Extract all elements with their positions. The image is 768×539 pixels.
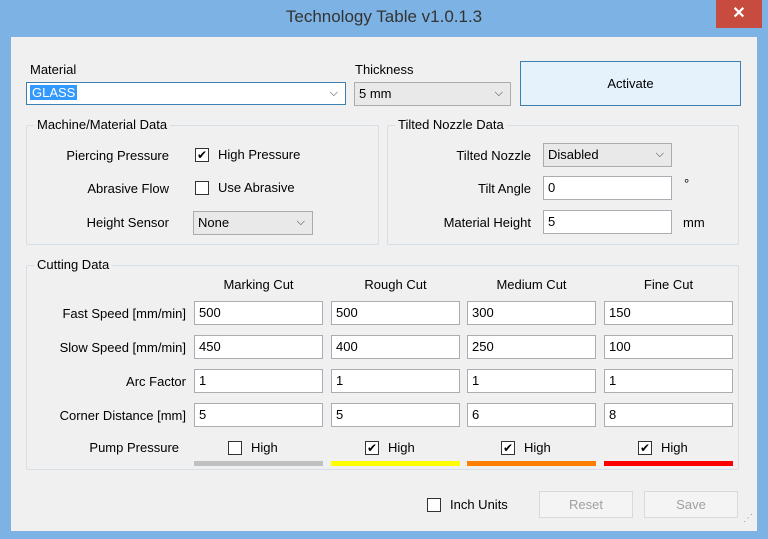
- activate-button[interactable]: Activate: [520, 61, 741, 106]
- tilted-nozzle-select[interactable]: Disabled ⌵: [543, 143, 672, 167]
- cutting-group-title: Cutting Data: [34, 257, 113, 272]
- chevron-down-icon: ⌵: [494, 87, 503, 99]
- column-header: Fine Cut: [643, 277, 694, 292]
- cutting-value-input[interactable]: 500: [331, 301, 460, 325]
- use-abrasive-label: Use Abrasive: [218, 180, 295, 195]
- tilted-nozzle-value: Disabled: [548, 147, 599, 162]
- cutting-value-input[interactable]: 8: [604, 403, 733, 427]
- chevron-down-icon: ⌵: [296, 216, 305, 228]
- cutting-value-input[interactable]: 500: [194, 301, 323, 325]
- material-height-input[interactable]: 5: [543, 210, 672, 234]
- material-label: Material: [30, 62, 77, 77]
- high-pressure-checkbox[interactable]: ✔: [195, 148, 209, 162]
- cutting-value-input[interactable]: 6: [467, 403, 596, 427]
- tilt-angle-input[interactable]: 0: [543, 176, 672, 200]
- machine-group-title: Machine/Material Data: [34, 117, 171, 132]
- column-header: Rough Cut: [364, 277, 427, 292]
- tilted-nozzle-label: Tilted Nozzle: [456, 148, 531, 163]
- thickness-select[interactable]: 5 mm ⌵: [354, 82, 511, 106]
- cutting-value-input[interactable]: 150: [604, 301, 733, 325]
- pump-high-label: High: [251, 440, 278, 455]
- checkmark-icon: ✔: [639, 441, 651, 455]
- pump-high-label: High: [661, 440, 688, 455]
- resize-grip-icon[interactable]: ⋰: [743, 514, 753, 524]
- height-sensor-value: None: [198, 215, 230, 230]
- abrasive-flow-label: Abrasive Flow: [87, 181, 169, 196]
- cutting-value-input[interactable]: 300: [467, 301, 596, 325]
- cutting-value-input[interactable]: 400: [331, 335, 460, 359]
- chevron-down-icon: ⌵: [655, 148, 664, 160]
- thickness-label: Thickness: [355, 62, 414, 77]
- height-sensor-select[interactable]: None ⌵: [193, 211, 313, 235]
- cutting-value-input[interactable]: 1: [331, 369, 460, 393]
- pump-pressure-color-bar: [604, 461, 733, 466]
- inch-units-label: Inch Units: [450, 497, 508, 512]
- close-button[interactable]: ✕: [716, 0, 762, 28]
- row-label: Fast Speed [mm/min]: [62, 306, 186, 321]
- column-header: Marking Cut: [223, 277, 294, 292]
- save-button[interactable]: Save: [644, 491, 738, 518]
- row-label: Corner Distance [mm]: [59, 408, 186, 423]
- cutting-value-input[interactable]: 5: [194, 403, 323, 427]
- chevron-down-icon: ⌵: [329, 87, 338, 99]
- checkmark-icon: ✔: [196, 148, 208, 162]
- material-value: GLASS: [30, 85, 78, 100]
- pump-pressure-color-bar: [331, 461, 460, 466]
- material-select[interactable]: GLASS ⌵: [26, 82, 346, 105]
- nozzle-group-title: Tilted Nozzle Data: [395, 117, 507, 132]
- column-header: Medium Cut: [496, 277, 567, 292]
- pump-high-checkbox[interactable]: ✔: [638, 441, 652, 455]
- checkmark-icon: ✔: [366, 441, 378, 455]
- inch-units-checkbox[interactable]: [427, 498, 441, 512]
- material-height-label: Material Height: [443, 215, 531, 230]
- high-pressure-label: High Pressure: [218, 147, 301, 162]
- use-abrasive-checkbox[interactable]: [195, 181, 209, 195]
- pump-high-checkbox[interactable]: [228, 441, 242, 455]
- tilt-angle-label: Tilt Angle: [478, 181, 531, 196]
- checkmark-icon: ✔: [502, 441, 514, 455]
- piercing-pressure-label: Piercing Pressure: [66, 148, 169, 163]
- pump-high-label: High: [524, 440, 551, 455]
- pump-pressure-label: Pump Pressure: [89, 440, 179, 455]
- row-label: Slow Speed [mm/min]: [59, 340, 186, 355]
- cutting-value-input[interactable]: 1: [194, 369, 323, 393]
- client-area: Material GLASS ⌵ Thickness 5 mm ⌵ Activa…: [11, 37, 757, 531]
- pump-high-checkbox[interactable]: ✔: [501, 441, 515, 455]
- pump-high-label: High: [388, 440, 415, 455]
- pump-pressure-color-bar: [194, 461, 323, 466]
- cutting-value-input[interactable]: 450: [194, 335, 323, 359]
- close-icon: ✕: [732, 5, 746, 22]
- pump-pressure-color-bar: [467, 461, 596, 466]
- tilt-angle-unit: °: [684, 176, 690, 191]
- cutting-value-input[interactable]: 100: [604, 335, 733, 359]
- cutting-value-input[interactable]: 250: [467, 335, 596, 359]
- reset-button[interactable]: Reset: [539, 491, 633, 518]
- cutting-value-input[interactable]: 1: [604, 369, 733, 393]
- thickness-value: 5 mm: [359, 86, 392, 101]
- material-height-unit: mm: [683, 215, 705, 230]
- cutting-value-input[interactable]: 5: [331, 403, 460, 427]
- title-bar[interactable]: Technology Table v1.0.1.3: [0, 0, 768, 38]
- row-label: Arc Factor: [126, 374, 186, 389]
- height-sensor-label: Height Sensor: [86, 215, 169, 230]
- cutting-value-input[interactable]: 1: [467, 369, 596, 393]
- pump-high-checkbox[interactable]: ✔: [365, 441, 379, 455]
- window-title: Technology Table v1.0.1.3: [285, 7, 483, 26]
